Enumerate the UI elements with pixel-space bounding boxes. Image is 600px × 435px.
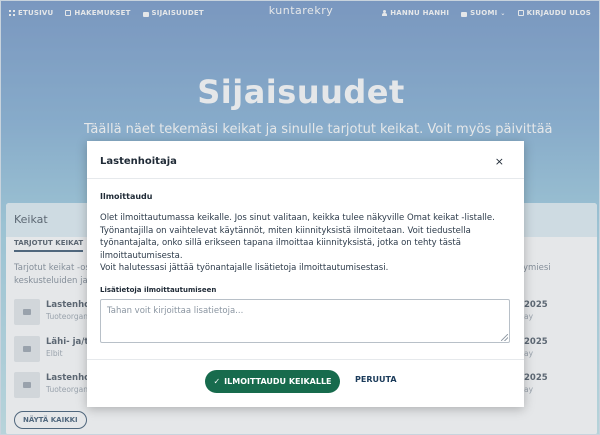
sign-up-button-label: ILMOITTAUDU KEIKALLE	[224, 377, 332, 386]
cancel-button[interactable]: PERUUTA	[355, 375, 397, 384]
dialog-title: Lastenhoitaja	[100, 156, 177, 167]
app-frame: ETUSIVU HAKEMUKSET SIJAISUUDET kuntarekr…	[0, 0, 600, 435]
additional-info-label: Lisätietoja ilmoittautumiseen	[100, 286, 217, 294]
divider	[87, 359, 524, 360]
dialog-info-text: Olet ilmoittautumassa keikalle. Jos sinu…	[100, 213, 495, 261]
close-icon[interactable]: ×	[495, 155, 504, 168]
check-icon: ✓	[213, 377, 221, 386]
additional-info-textarea[interactable]	[100, 299, 510, 343]
signup-dialog: Lastenhoitaja × Ilmoittaudu Olet ilmoitt…	[87, 141, 524, 407]
sign-up-for-gig-button[interactable]: ✓ ILMOITTAUDU KEIKALLE	[205, 370, 340, 393]
textarea-resize-handle[interactable]	[501, 334, 508, 341]
divider	[87, 178, 524, 179]
dialog-hint-text: Voit halutessasi jättää työnantajalle li…	[100, 263, 389, 273]
dialog-section-heading: Ilmoittaudu	[100, 192, 153, 201]
